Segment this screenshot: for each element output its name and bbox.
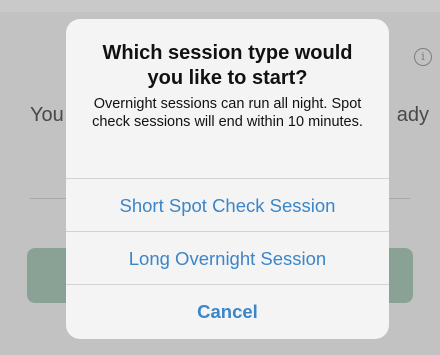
alert-actions: Short Spot Check Session Long Overnight … xyxy=(66,178,389,337)
long-overnight-button[interactable]: Long Overnight Session xyxy=(66,231,389,284)
alert-title: Which session type would you like to sta… xyxy=(102,42,353,89)
alert-message: Overnight sessions can run all night. Sp… xyxy=(92,96,363,130)
session-type-alert: Which session type would you like to sta… xyxy=(66,19,389,339)
short-spot-check-button[interactable]: Short Spot Check Session xyxy=(66,178,389,231)
alert-body: Which session type would you like to sta… xyxy=(66,19,389,178)
app-screen: i You ady Which session type would you l… xyxy=(0,0,440,355)
cancel-button[interactable]: Cancel xyxy=(66,284,389,337)
